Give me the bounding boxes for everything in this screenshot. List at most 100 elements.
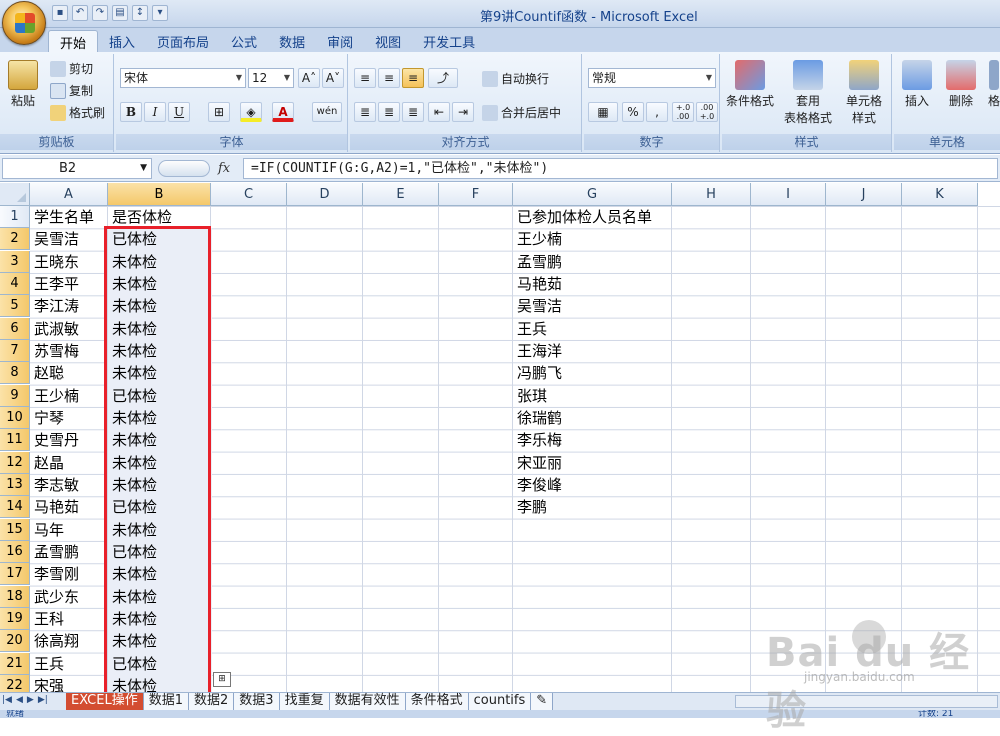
column-header-e[interactable]: E	[363, 183, 439, 206]
student-name-cell[interactable]: 学生名单	[30, 206, 108, 228]
merge-center-button[interactable]: 合并后居中	[482, 104, 561, 121]
exam-status-cell[interactable]: 未体检	[108, 318, 211, 340]
exam-status-cell[interactable]: 未体检	[108, 251, 211, 273]
exam-status-cell[interactable]: 未体检	[108, 340, 211, 362]
name-box[interactable]: B2 ▼	[2, 158, 152, 179]
tab-data[interactable]: 数据	[268, 30, 316, 52]
exam-status-cell[interactable]: 未体检	[108, 608, 211, 630]
examined-name-cell[interactable]: 马艳茹	[513, 273, 672, 295]
row-header-4[interactable]: 4	[0, 272, 30, 295]
student-name-cell[interactable]: 李雪刚	[30, 563, 108, 585]
tab-insert[interactable]: 插入	[98, 30, 146, 52]
customize-qat-icon[interactable]: ▾	[152, 5, 168, 21]
examined-name-cell[interactable]: 宋亚丽	[513, 452, 672, 474]
format-as-table-button[interactable]: 套用 表格格式	[784, 60, 832, 126]
autofill-options-icon[interactable]: ⊞	[213, 672, 231, 687]
sheet-tab[interactable]: EXCEL操作	[66, 693, 144, 710]
examined-name-cell[interactable]: 徐瑞鹤	[513, 407, 672, 429]
formula-bar-splitter[interactable]	[158, 160, 210, 177]
sheet-tab[interactable]: countifs	[468, 693, 532, 710]
row-header-22[interactable]: 22	[0, 674, 30, 692]
row-header-14[interactable]: 14	[0, 496, 30, 519]
exam-status-cell[interactable]: 未体检	[108, 452, 211, 474]
tab-formulas[interactable]: 公式	[220, 30, 268, 52]
exam-status-cell[interactable]: 已体检	[108, 228, 211, 250]
comma-button[interactable]: ,	[646, 102, 668, 122]
insert-cells-button[interactable]: 插入	[902, 60, 932, 109]
paste-button[interactable]: 粘贴	[8, 60, 38, 109]
examined-name-cell[interactable]: 李乐梅	[513, 429, 672, 451]
shrink-font-button[interactable]: A˅	[322, 68, 344, 88]
row-header-3[interactable]: 3	[0, 250, 30, 273]
tab-home[interactable]: 开始	[48, 30, 99, 52]
column-header-d[interactable]: D	[287, 183, 363, 206]
cell-styles-button[interactable]: 单元格 样式	[846, 60, 882, 126]
exam-status-cell[interactable]: 已体检	[108, 496, 211, 518]
orientation-button[interactable]: ⤴	[428, 68, 458, 88]
student-name-cell[interactable]: 武淑敏	[30, 318, 108, 340]
row-header-7[interactable]: 7	[0, 339, 30, 362]
student-name-cell[interactable]: 史雪丹	[30, 429, 108, 451]
examined-name-cell[interactable]: 张琪	[513, 385, 672, 407]
column-header-g[interactable]: G	[513, 183, 672, 206]
student-name-cell[interactable]: 宁琴	[30, 407, 108, 429]
exam-status-cell[interactable]: 未体检	[108, 429, 211, 451]
borders-button[interactable]: ⊞	[208, 102, 230, 122]
row-header-10[interactable]: 10	[0, 406, 30, 429]
exam-status-cell[interactable]: 已体检	[108, 385, 211, 407]
exam-status-cell[interactable]: 未体检	[108, 474, 211, 496]
tab-review[interactable]: 审阅	[316, 30, 364, 52]
conditional-formatting-button[interactable]: 条件格式	[726, 60, 774, 109]
delete-cells-button[interactable]: 删除	[946, 60, 976, 109]
column-header-h[interactable]: H	[672, 183, 751, 206]
student-name-cell[interactable]: 王科	[30, 608, 108, 630]
student-name-cell[interactable]: 李江涛	[30, 295, 108, 317]
select-all-button[interactable]	[0, 183, 30, 206]
align-left-button[interactable]: ≣	[354, 102, 376, 122]
row-header-8[interactable]: 8	[0, 362, 30, 385]
format-cells-button[interactable]: 格	[988, 60, 1000, 109]
exam-status-cell[interactable]: 未体检	[108, 675, 211, 692]
row-header-2[interactable]: 2	[0, 228, 30, 251]
row-header-9[interactable]: 9	[0, 384, 30, 407]
underline-button[interactable]: U	[168, 102, 190, 122]
row-header-20[interactable]: 20	[0, 630, 30, 653]
format-painter-button[interactable]: 格式刷	[50, 104, 105, 121]
student-name-cell[interactable]: 马年	[30, 519, 108, 541]
examined-name-cell[interactable]: 冯鹏飞	[513, 362, 672, 384]
examined-name-cell[interactable]: 已参加体检人员名单	[513, 206, 672, 228]
sheet-tab[interactable]: 找重复	[279, 693, 330, 710]
font-size-select[interactable]: 12 ▼	[248, 68, 294, 88]
formula-input[interactable]: =IF(COUNTIF(G:G,A2)=1,"已体检","未体检")	[243, 158, 998, 179]
redo-icon[interactable]: ↷	[92, 5, 108, 21]
row-header-16[interactable]: 16	[0, 540, 30, 563]
examined-name-cell[interactable]: 吴雪洁	[513, 295, 672, 317]
grow-font-button[interactable]: A˄	[298, 68, 320, 88]
row-header-1[interactable]: 1	[0, 206, 30, 228]
insert-sheet-icon[interactable]: ✎	[531, 693, 554, 710]
column-header-b[interactable]: B	[108, 183, 211, 206]
student-name-cell[interactable]: 苏雪梅	[30, 340, 108, 362]
sheet-tab[interactable]: 数据1	[143, 693, 189, 710]
column-header-f[interactable]: F	[439, 183, 513, 206]
sheet-tab[interactable]: 条件格式	[405, 693, 469, 710]
column-header-c[interactable]: C	[211, 183, 287, 206]
examined-name-cell[interactable]: 李鹏	[513, 496, 672, 518]
student-name-cell[interactable]: 吴雪洁	[30, 228, 108, 250]
undo-icon[interactable]: ↶	[72, 5, 88, 21]
wrap-text-button[interactable]: 自动换行	[482, 70, 549, 87]
row-header-15[interactable]: 15	[0, 518, 30, 541]
tab-developer[interactable]: 开发工具	[412, 30, 486, 52]
exam-status-cell[interactable]: 已体检	[108, 541, 211, 563]
exam-status-cell[interactable]: 未体检	[108, 630, 211, 652]
row-header-19[interactable]: 19	[0, 607, 30, 630]
column-header-j[interactable]: J	[826, 183, 902, 206]
exam-status-cell[interactable]: 未体检	[108, 295, 211, 317]
percent-button[interactable]: %	[622, 102, 644, 122]
last-sheet-icon[interactable]: ▶|	[38, 695, 48, 705]
align-right-button[interactable]: ≣	[402, 102, 424, 122]
first-sheet-icon[interactable]: |◀	[2, 695, 12, 705]
row-header-13[interactable]: 13	[0, 473, 30, 496]
sort-icon[interactable]: ↕	[132, 5, 148, 21]
column-header-a[interactable]: A	[30, 183, 108, 206]
